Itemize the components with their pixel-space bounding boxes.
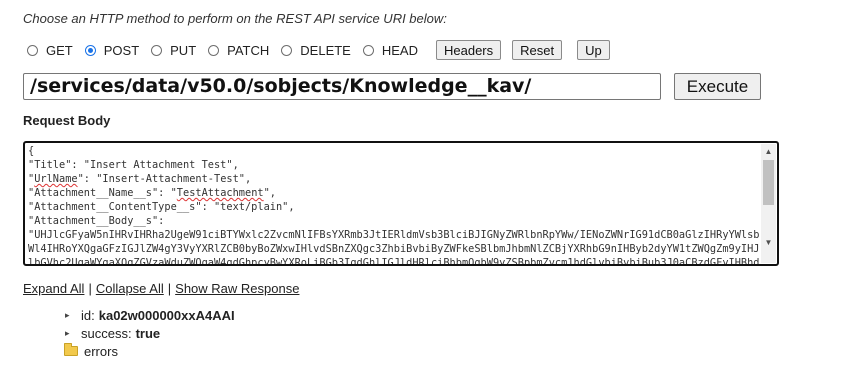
method-post-label: POST xyxy=(103,42,140,58)
response-success-label: success: xyxy=(81,325,132,341)
folder-icon[interactable] xyxy=(64,343,78,356)
response-tree: ▸ id: ka02w000000xxA4AAI ▸ success: true… xyxy=(62,306,235,360)
radio-delete[interactable] xyxy=(281,44,293,56)
radio-post[interactable] xyxy=(84,44,96,56)
body-line: "Attachment__ContentType__s": "text/plai… xyxy=(28,201,295,213)
request-body-textarea[interactable]: { "Title": "Insert Attachment Test", "UrlN… xyxy=(23,141,779,266)
response-id-value: ka02w000000xxA4AAI xyxy=(98,307,235,323)
scroll-up-icon[interactable]: ▲ xyxy=(761,144,776,158)
body-key-urlname: UrlName xyxy=(34,173,78,185)
tree-bullet-icon: ▸ xyxy=(65,309,70,320)
link-separator: | xyxy=(167,281,172,296)
method-patch[interactable]: PATCH xyxy=(208,43,269,58)
collapse-all-link[interactable]: Collapse All xyxy=(96,281,164,296)
textarea-scrollbar[interactable]: ▲ ▼ xyxy=(761,144,776,263)
method-head-label: HEAD xyxy=(381,42,418,58)
uri-input[interactable]: /services/data/v50.0/sobjects/Knowledge_… xyxy=(23,73,661,100)
method-get-label: GET xyxy=(46,42,73,58)
response-success-value: true xyxy=(135,325,161,341)
response-links: Expand All | Collapse All | Show Raw Respons… xyxy=(23,281,299,296)
up-button[interactable]: Up xyxy=(577,40,610,60)
body-line-rest: ": "Insert-Attachment-Test", xyxy=(77,173,252,185)
method-put-label: PUT xyxy=(170,42,197,58)
method-patch-label: PATCH xyxy=(227,42,270,58)
response-errors-row[interactable]: errors xyxy=(62,342,235,360)
body-line: "UrlName": "Insert-Attachment-Test", xyxy=(28,173,252,185)
method-post[interactable]: POST xyxy=(84,42,140,58)
scroll-thumb[interactable] xyxy=(763,160,774,205)
tree-bullet-icon: ▸ xyxy=(65,327,70,338)
response-id-label: id: xyxy=(81,307,95,323)
request-body-label: Request Body xyxy=(23,113,111,128)
radio-head[interactable] xyxy=(362,44,374,56)
http-method-group: GET POST PUT PATCH DELETE HEAD xyxy=(27,39,430,61)
reset-button[interactable]: Reset xyxy=(512,40,563,60)
radio-get[interactable] xyxy=(27,44,38,56)
radio-put[interactable] xyxy=(151,44,163,56)
toolbar: Headers Reset Up xyxy=(436,40,610,60)
body-value-attachment: TestAttachment xyxy=(176,187,264,199)
body-line: "Attachment__Name__s": "TestAttachment", xyxy=(28,186,761,200)
method-get[interactable]: GET xyxy=(27,43,73,58)
request-body-content: { "Title": "Insert Attachment Test", "UrlN… xyxy=(28,144,761,266)
method-put[interactable]: PUT xyxy=(151,43,196,58)
expand-all-link[interactable]: Expand All xyxy=(23,281,84,296)
body-line: "Title": "Insert Attachment Test", xyxy=(28,159,239,171)
execute-button[interactable]: Execute xyxy=(674,73,761,100)
response-id-row: ▸ id: ka02w000000xxA4AAI xyxy=(62,306,235,324)
body-line: "Attachment__Body__s": xyxy=(28,215,165,227)
body-line: { xyxy=(28,145,35,157)
body-line-post: ", xyxy=(263,187,276,199)
body-line: "UHJlcGFyaW5nIHRvIHRha2UgeW91ciBTYWxlc2Z… xyxy=(28,229,760,266)
response-success-row: ▸ success: true xyxy=(62,324,235,342)
link-separator: | xyxy=(88,281,92,296)
show-raw-response-link[interactable]: Show Raw Response xyxy=(175,281,299,296)
body-line-pre: "Attachment__Name__s": " xyxy=(28,187,177,199)
radio-patch[interactable] xyxy=(208,44,220,56)
method-head[interactable]: HEAD xyxy=(362,42,418,58)
method-delete[interactable]: DELETE xyxy=(281,43,351,58)
response-errors-label: errors xyxy=(84,343,118,359)
instruction-text: Choose an HTTP method to perform on the … xyxy=(23,11,447,26)
method-delete-label: DELETE xyxy=(300,42,351,58)
scroll-down-icon[interactable]: ▼ xyxy=(761,235,776,249)
headers-button[interactable]: Headers xyxy=(436,40,502,60)
